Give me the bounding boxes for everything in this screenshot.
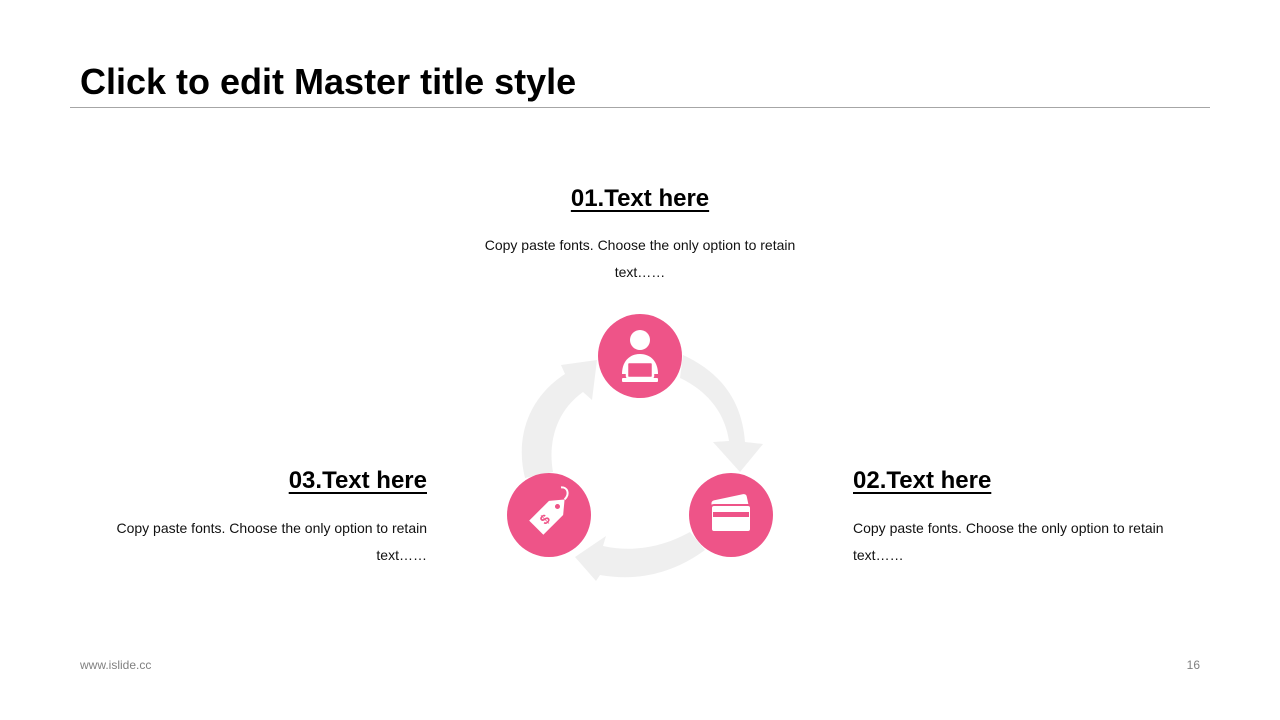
cycle-arrow-1: [680, 355, 763, 472]
page-number: 16: [1186, 658, 1200, 672]
cycle-diagram: $: [507, 314, 773, 581]
footer-url: www.islide.cc: [80, 658, 152, 672]
item-1-description: Copy paste fonts. Choose the only option…: [484, 237, 796, 280]
item-3-heading: 03.Text here: [288, 467, 427, 494]
cycle-arrow-3: [521, 360, 597, 478]
item-2-heading: 02.Text here: [853, 467, 992, 494]
item-1-heading: 01.Text here: [570, 185, 710, 212]
cycle-node-1: [598, 314, 682, 398]
cycle-arrow-2: [575, 532, 705, 581]
cycle-node-3: $: [507, 473, 591, 557]
item-3-description: Copy paste fonts. Choose the only option…: [116, 520, 427, 563]
item-2-description: Copy paste fonts. Choose the only option…: [853, 520, 1164, 563]
cycle-node-2: [689, 473, 773, 557]
